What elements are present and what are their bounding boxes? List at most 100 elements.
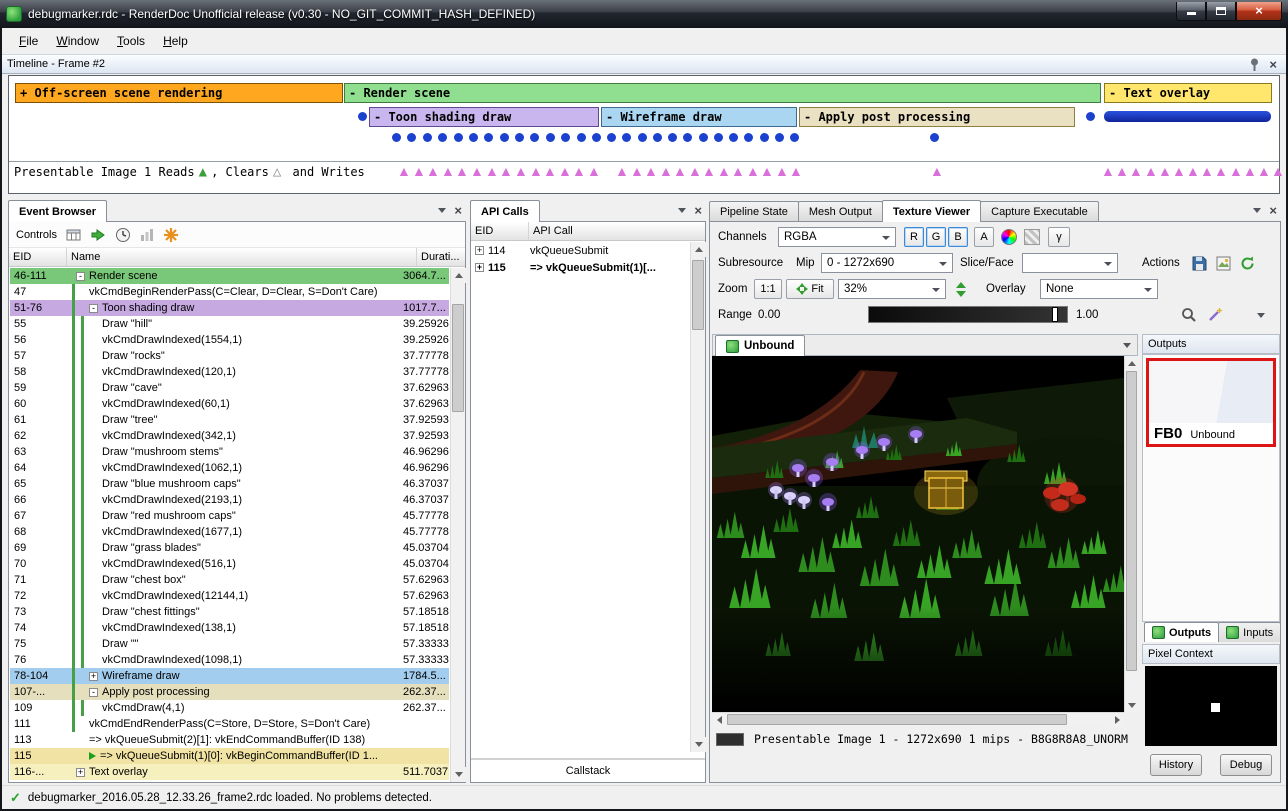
chevron-down-icon[interactable]: [1253, 208, 1261, 213]
event-row[interactable]: 64vkCmdDrawIndexed(1062,1)46.96296: [10, 460, 449, 476]
texture-display[interactable]: [712, 356, 1124, 712]
event-row[interactable]: 111vkCmdEndRenderPass(C=Store, D=Store, …: [10, 716, 449, 732]
timeline-draw-dot[interactable]: [500, 133, 509, 142]
timeline-draw-dot[interactable]: [744, 133, 753, 142]
tab-api-calls[interactable]: API Calls: [470, 200, 540, 222]
timeline-marker-block[interactable]: - Apply post processing: [799, 107, 1075, 127]
event-row[interactable]: 59Draw "cave"37.62963: [10, 380, 449, 396]
timeline-panel-header[interactable]: Timeline - Frame #2 ×: [0, 54, 1288, 74]
timeline-draw-dot[interactable]: [699, 133, 708, 142]
timeline-draw-dot[interactable]: [469, 133, 478, 142]
event-browser-scrollbar[interactable]: [450, 268, 465, 782]
event-row[interactable]: 57Draw "rocks"37.77778: [10, 348, 449, 364]
event-row[interactable]: 58vkCmdDrawIndexed(120,1)37.77778: [10, 364, 449, 380]
event-row[interactable]: 68vkCmdDrawIndexed(1677,1)45.77778: [10, 524, 449, 540]
tab-pipeline-state[interactable]: Pipeline State: [709, 201, 799, 222]
texture-horizontal-scrollbar[interactable]: [712, 712, 1124, 726]
api-calls-columns[interactable]: EIDAPI Call: [471, 222, 705, 241]
api-call-row[interactable]: +114vkQueueSubmit: [472, 242, 689, 259]
channels-dropdown[interactable]: RGBA: [778, 227, 896, 247]
scrollbar-thumb[interactable]: [727, 714, 1067, 725]
scrollbar-thumb[interactable]: [452, 304, 464, 412]
timeline-draw-dot[interactable]: [638, 133, 647, 142]
timeline-draw-dot[interactable]: [577, 133, 586, 142]
tab-mesh-output[interactable]: Mesh Output: [798, 201, 883, 222]
event-row[interactable]: 51-76-Toon shading draw1017.7...: [10, 300, 449, 316]
color-wheel-icon[interactable]: [1000, 228, 1018, 246]
tree-expander[interactable]: +: [475, 263, 484, 272]
tree-expander[interactable]: -: [89, 304, 98, 313]
timeline-draw-dot[interactable]: [515, 133, 524, 142]
chevron-down-icon[interactable]: [438, 208, 446, 213]
slice-face-dropdown[interactable]: [1022, 253, 1118, 273]
close-icon[interactable]: ×: [694, 204, 702, 217]
scroll-left-icon[interactable]: [717, 716, 722, 724]
time-durations-icon[interactable]: [115, 227, 131, 243]
menu-item-window[interactable]: Window: [47, 30, 108, 52]
tab-outputs[interactable]: Outputs: [1144, 622, 1219, 642]
select-columns-icon[interactable]: [65, 227, 82, 243]
tree-expander[interactable]: +: [89, 672, 98, 681]
scrollbar-thumb[interactable]: [1126, 371, 1137, 671]
chevron-down-icon[interactable]: [678, 208, 686, 213]
timeline-draw-dot[interactable]: [530, 133, 539, 142]
timeline-draw-dot[interactable]: [454, 133, 463, 142]
event-row[interactable]: 46-111-Render scene3064.7...: [10, 268, 449, 284]
overlay-dropdown[interactable]: None: [1040, 279, 1158, 299]
event-row[interactable]: 60vkCmdDrawIndexed(60,1)37.62963: [10, 396, 449, 412]
scrollbar-thumb[interactable]: [692, 260, 704, 330]
texture-vertical-scrollbar[interactable]: [1124, 356, 1138, 712]
bookmark-icon[interactable]: [163, 227, 179, 243]
event-row[interactable]: 47vkCmdBeginRenderPass(C=Clear, D=Clear,…: [10, 284, 449, 300]
timeline-draw-dot[interactable]: [1086, 112, 1095, 121]
range-min-value[interactable]: 0.00: [758, 309, 780, 321]
event-row[interactable]: 70vkCmdDrawIndexed(516,1)45.03704: [10, 556, 449, 572]
event-row[interactable]: 67Draw "red mushroom caps"45.77778: [10, 508, 449, 524]
timeline-draw-dot[interactable]: [930, 133, 939, 142]
event-row[interactable]: 56vkCmdDrawIndexed(1554,1)39.25926: [10, 332, 449, 348]
green-channel-button[interactable]: G: [926, 227, 946, 247]
scroll-right-icon[interactable]: [1115, 716, 1120, 724]
event-row[interactable]: 55Draw "hill"39.25926: [10, 316, 449, 332]
tree-expander[interactable]: +: [76, 768, 85, 777]
close-icon[interactable]: ×: [1269, 204, 1277, 217]
alpha-background-icon[interactable]: [1023, 228, 1041, 246]
tree-expander[interactable]: +: [475, 246, 484, 255]
tab-event-browser[interactable]: Event Browser: [8, 200, 107, 222]
jump-to-eid-icon[interactable]: [90, 227, 107, 243]
range-max-value[interactable]: 1.00: [1076, 309, 1098, 321]
refresh-icon[interactable]: [1238, 254, 1256, 272]
range-slider[interactable]: [868, 306, 1068, 323]
event-row[interactable]: 74vkCmdDrawIndexed(138,1)57.18518: [10, 620, 449, 636]
debug-button[interactable]: Debug: [1220, 754, 1272, 776]
timeline-draw-bar[interactable]: [1104, 111, 1271, 122]
chevron-down-icon[interactable]: [1123, 343, 1131, 348]
save-icon[interactable]: [1190, 254, 1208, 272]
close-icon[interactable]: ×: [454, 204, 462, 217]
timeline-draw-dot[interactable]: [790, 133, 799, 142]
fb0-thumbnail[interactable]: FB0 Unbound: [1146, 358, 1276, 447]
open-new-window-icon[interactable]: [1214, 254, 1232, 272]
red-channel-button[interactable]: R: [904, 227, 924, 247]
statistics-icon[interactable]: [139, 227, 155, 243]
tab-texture-viewer[interactable]: Texture Viewer: [882, 200, 981, 222]
event-row[interactable]: 107-...-Apply post processing262.37...: [10, 684, 449, 700]
maximize-button[interactable]: [1206, 2, 1236, 21]
scroll-down-icon[interactable]: [695, 742, 703, 747]
timeline-draw-dot[interactable]: [438, 133, 447, 142]
event-row[interactable]: 61Draw "tree"37.92593: [10, 412, 449, 428]
event-row[interactable]: 63Draw "mushroom stems"46.96296: [10, 444, 449, 460]
timeline-marker-block[interactable]: - Render scene: [344, 83, 1101, 103]
timeline-draw-dot[interactable]: [546, 133, 555, 142]
zoom-fit-button[interactable]: Fit: [786, 279, 834, 299]
scroll-up-icon[interactable]: [455, 273, 463, 278]
tree-expander[interactable]: -: [76, 272, 85, 281]
timeline-draw-dot[interactable]: [668, 133, 677, 142]
timeline[interactable]: Presentable Image 1 Reads▲, Clears△ and …: [8, 75, 1280, 194]
event-browser-columns[interactable]: EIDNameDurati...: [9, 248, 465, 267]
timeline-marker-block[interactable]: + Off-screen scene rendering: [15, 83, 343, 103]
menu-item-help[interactable]: Help: [154, 30, 197, 52]
timeline-draw-dot[interactable]: [729, 133, 738, 142]
event-row[interactable]: 72vkCmdDrawIndexed(12144,1)57.62963: [10, 588, 449, 604]
timeline-draw-dot[interactable]: [683, 133, 692, 142]
